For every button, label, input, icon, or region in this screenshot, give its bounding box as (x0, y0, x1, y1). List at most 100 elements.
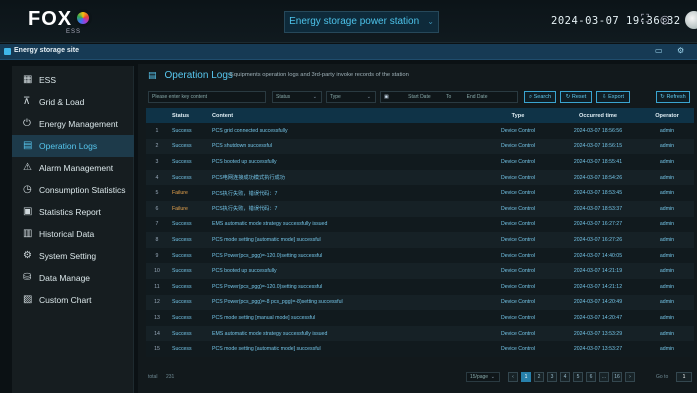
column-header-index (146, 108, 168, 123)
page-last[interactable]: 16 (612, 372, 622, 382)
page-4[interactable]: 4 (560, 372, 570, 382)
operator-cell: admin (640, 263, 694, 279)
date-range-picker[interactable]: ▣ Start Date To End Date (380, 91, 518, 103)
content-cell: EMS automatic mode strategy successfully… (208, 216, 480, 233)
occurred-time-cell: 2024-03-07 18:54:26 (556, 169, 640, 186)
sidebar-item-ess[interactable]: ▦ ESS (12, 69, 134, 91)
status-cell: Success (168, 325, 208, 342)
monitor-icon[interactable]: ▭ (655, 46, 663, 55)
occurred-time-cell: 2024-03-07 18:56:56 (556, 123, 640, 139)
table-row[interactable]: 8 Success PCS mode setting [automatic mode… (146, 232, 694, 248)
operator-cell: admin (640, 325, 694, 342)
page-ellipsis[interactable]: ... (599, 372, 609, 382)
prev-page-button[interactable]: ‹ (508, 372, 518, 382)
refresh-button[interactable]: ↻ Refresh (656, 91, 690, 103)
table-row[interactable]: 13 Success PCS mode setting [manual mode] … (146, 310, 694, 326)
content-cell: PCS mode setting [manual mode] successfu… (208, 310, 480, 326)
export-button[interactable]: ⇩ Export (596, 91, 630, 103)
sidebar-item-historical-data[interactable]: ▥ Historical Data (12, 223, 134, 245)
goto-page-input[interactable]: 1 (676, 372, 692, 382)
page-2[interactable]: 2 (534, 372, 544, 382)
reset-icon: ↻ (565, 94, 571, 100)
fox-logo: FOX ESS (28, 8, 93, 35)
table-row[interactable]: 1 Success PCS grid connected successfully D… (146, 123, 694, 139)
reset-button[interactable]: ↻ Reset (560, 91, 592, 103)
main-panel: ▤ Operation Logs Equipments operation log… (138, 64, 697, 393)
operator-cell: admin (640, 247, 694, 264)
table-row[interactable]: 12 Success PCS Power(pcs_pgg)=-8 pcs_pgg)=… (146, 294, 694, 311)
occurred-time-cell: 2024-03-07 14:21:19 (556, 263, 640, 279)
row-index: 4 (146, 169, 168, 186)
page-3[interactable]: 3 (547, 372, 557, 382)
history-icon: ▥ (23, 228, 33, 239)
table-row[interactable]: 11 Success PCS Power(pcs_pgg)=-120.0)setti… (146, 278, 694, 295)
table-row[interactable]: 7 Success EMS automatic mode strategy succ… (146, 216, 694, 233)
fullscreen-icon[interactable]: ⛶ (641, 13, 649, 26)
pagination: total 231 15/page ⌄ ‹ 1 2 3 4 5 6 ... 16 … (148, 372, 697, 384)
chevron-down-icon: ⌄ (427, 17, 434, 26)
end-date-field[interactable]: End Date (467, 94, 488, 100)
sidebar-item-consumption-statistics[interactable]: ◷ Consumption Statistics (12, 179, 134, 201)
column-header-occurred-time: Occurred time (556, 108, 640, 123)
row-index: 8 (146, 232, 168, 248)
sidebar-item-data-manage[interactable]: ⛁ Data Manage (12, 267, 134, 289)
search-button[interactable]: ⌕ Search (524, 91, 556, 103)
table-row[interactable]: 10 Success PCS booted up successfully Devic… (146, 263, 694, 279)
status-select[interactable]: Status ⌄ (272, 91, 322, 103)
chart-icon: ▨ (23, 294, 33, 305)
sidebar-item-grid-load[interactable]: ⊼ Grid & Load (12, 91, 134, 113)
table-row[interactable]: 4 Success PCS电网连接成功模式执行成功 Device Control 202… (146, 169, 694, 186)
next-page-button[interactable]: › (625, 372, 635, 382)
type-select[interactable]: Type ⌄ (326, 91, 376, 103)
start-date-field[interactable]: Start Date (408, 94, 431, 100)
content-cell: PCS booted up successfully (208, 263, 480, 279)
status-cell: Success (168, 232, 208, 248)
language-icon[interactable]: ◎ (660, 13, 670, 26)
operator-cell: admin (640, 123, 694, 139)
sidebar-item-system-setting[interactable]: ⚙ System Setting (12, 245, 134, 267)
database-icon: ⛁ (23, 272, 32, 283)
calendar-icon: ▣ (384, 94, 389, 100)
table-row[interactable]: 2 Success PCS shutdown successful Device Co… (146, 138, 694, 155)
sidebar-item-energy-management[interactable]: ⏻ Energy Management (12, 113, 134, 135)
page-1[interactable]: 1 (521, 372, 531, 382)
content-cell: PCS mode setting [automatic mode] succes… (208, 232, 480, 248)
type-cell: Device Control (480, 154, 556, 170)
type-cell: Device Control (480, 278, 556, 295)
type-cell: Device Control (480, 123, 556, 139)
occurred-time-cell: 2024-03-07 14:40:05 (556, 247, 640, 264)
sidebar-item-custom-chart[interactable]: ▨ Custom Chart (12, 289, 134, 311)
table-row[interactable]: 14 Success EMS automatic mode strategy suc… (146, 325, 694, 342)
sidebar-item-statistics-report[interactable]: ▣ Statistics Report (12, 201, 134, 223)
page-title: ▤ Operation Logs (148, 70, 233, 81)
gear-icon[interactable]: ⚙ (677, 46, 684, 55)
table-row[interactable]: 15 Success PCS mode setting [automatic mod… (146, 341, 694, 357)
keyword-input[interactable]: Please enter key content (148, 91, 266, 103)
operator-cell: admin (640, 185, 694, 201)
table-row[interactable]: 5 Failure PCS执行失败，错误代码：7 Device Control 2024… (146, 185, 694, 201)
sidebar-item-operation-logs[interactable]: ▤ Operation Logs (12, 135, 134, 157)
type-cell: Device Control (480, 310, 556, 326)
station-selector[interactable]: Energy storage power station ⌄ (284, 11, 439, 33)
chevron-down-icon: ⌄ (366, 94, 371, 100)
table-row[interactable]: 6 Failure PCS执行失败，错误代码：7 Device Control 2024… (146, 200, 694, 217)
table-row[interactable]: 9 Success PCS Power(pcs_pgg)=-120.0)settin… (146, 247, 694, 264)
page-size-select[interactable]: 15/page ⌄ (466, 372, 500, 382)
page-5[interactable]: 5 (573, 372, 583, 382)
occurred-time-cell: 2024-03-07 13:53:27 (556, 341, 640, 357)
status-cell: Success (168, 278, 208, 295)
page-subtitle: Equipments operation logs and 3rd-party … (230, 72, 409, 78)
sidebar-item-alarm-management[interactable]: ⚠ Alarm Management (12, 157, 134, 179)
type-cell: Device Control (480, 263, 556, 279)
power-icon: ⏻ (23, 118, 31, 129)
status-cell: Success (168, 169, 208, 186)
table-row[interactable]: 3 Success PCS booted up successfully Device… (146, 154, 694, 170)
log-icon: ▤ (23, 140, 33, 151)
page-6[interactable]: 6 (586, 372, 596, 382)
avatar[interactable] (685, 11, 697, 29)
occurred-time-cell: 2024-03-07 14:20:49 (556, 294, 640, 311)
operator-cell: admin (640, 216, 694, 233)
status-cell: Success (168, 216, 208, 233)
date-separator: To (445, 94, 452, 100)
occurred-time-cell: 2024-03-07 16:27:26 (556, 232, 640, 248)
